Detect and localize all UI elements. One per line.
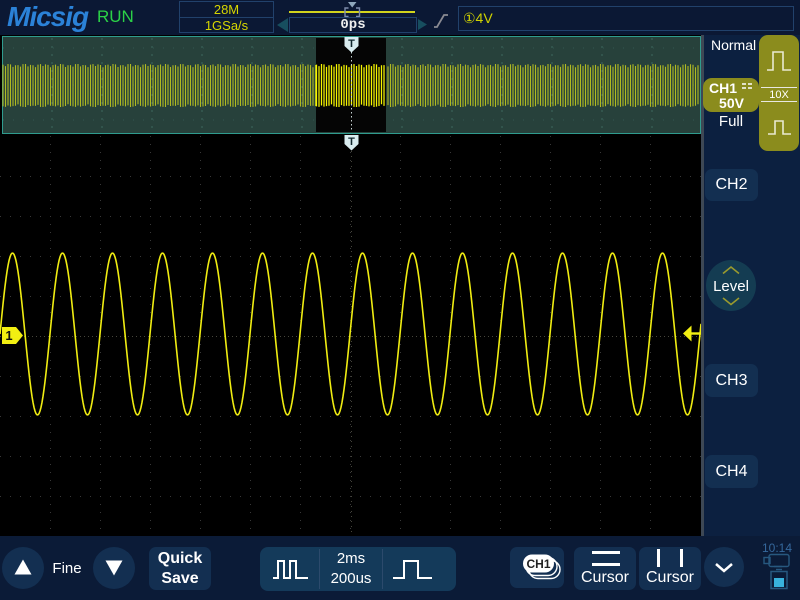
svg-text:T: T xyxy=(348,136,355,148)
svg-text:T: T xyxy=(348,38,355,50)
svg-text:1: 1 xyxy=(5,328,12,343)
svg-text:Level: Level xyxy=(713,278,749,295)
svg-text:CH1: CH1 xyxy=(526,557,550,571)
